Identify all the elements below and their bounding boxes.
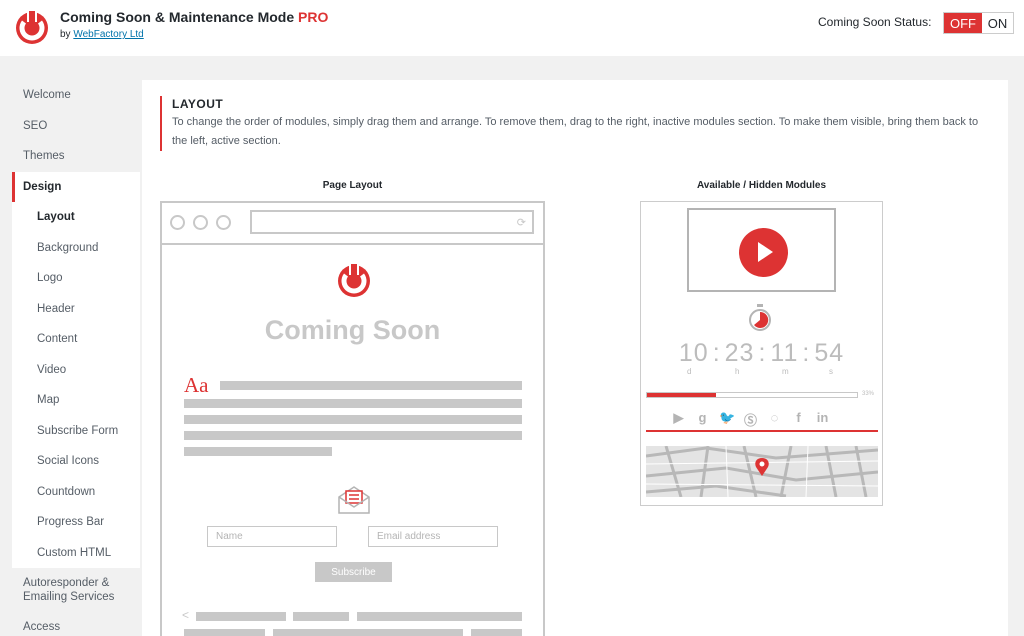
toggle-off[interactable]: OFF	[944, 13, 982, 33]
sidebar-item-design[interactable]: Design	[12, 171, 140, 202]
sidebar-subitem-countdown[interactable]: Countdown	[12, 477, 140, 508]
byline: by WebFactory Ltd	[60, 29, 144, 40]
sidebar-subitem-video[interactable]: Video	[12, 355, 140, 386]
countdown-label-s: s	[829, 367, 833, 376]
name-field[interactable]: Name	[207, 526, 337, 547]
countdown-label-d: d	[687, 367, 692, 376]
window-dot	[193, 215, 208, 230]
module-divider	[646, 430, 878, 432]
content-text-line	[220, 381, 522, 390]
sidebar-subitem-map[interactable]: Map	[12, 385, 140, 416]
design-submenu: Layout Background Logo Header Content Vi…	[12, 202, 140, 568]
countdown-module[interactable]: 10 : 23 : 11 : 54	[641, 339, 882, 368]
social-text-line	[357, 612, 522, 621]
content-text-line	[184, 399, 522, 408]
sidebar-item-autoresponder[interactable]: Autoresponder & Emailing Services	[12, 568, 140, 612]
sidebar-item-access[interactable]: Access	[12, 612, 140, 636]
content-text-line	[184, 431, 522, 440]
sidebar-subitem-progress-bar[interactable]: Progress Bar	[12, 507, 140, 538]
sidebar-subitem-header[interactable]: Header	[12, 294, 140, 325]
window-dot	[170, 215, 185, 230]
countdown-label-h: h	[735, 367, 740, 376]
coming-soon-status-label: Coming Soon Status:	[818, 15, 932, 29]
video-module[interactable]	[687, 208, 836, 292]
social-text-line	[196, 612, 286, 621]
social-text-line	[293, 612, 349, 621]
section-title: LAYOUT	[172, 97, 224, 111]
play-icon	[739, 228, 788, 277]
whatsapp-icon: ◌	[770, 410, 779, 425]
section-description: To change the order of modules, simply d…	[172, 116, 979, 147]
header-module[interactable]: Coming Soon	[162, 315, 543, 346]
reload-icon: ⟳	[516, 217, 526, 229]
progress-bar-module[interactable]	[646, 392, 858, 398]
available-modules-area[interactable]: 10 : 23 : 11 : 54 d h m s 33% ▶ g 🐦 Ⓢ ◌ …	[640, 201, 883, 506]
linkedin-icon: in	[816, 410, 829, 425]
youtube-icon: ▶	[673, 410, 684, 425]
social-text-line	[184, 629, 265, 636]
top-header: Coming Soon & Maintenance Mode PRO by We…	[0, 0, 1024, 56]
subscribe-envelope-icon	[338, 486, 370, 514]
facebook-icon: f	[796, 410, 801, 425]
countdown-label-m: m	[782, 367, 789, 376]
content-text-line	[184, 447, 332, 456]
sidebar-subitem-background[interactable]: Background	[12, 233, 140, 264]
sidebar-subitem-social-icons[interactable]: Social Icons	[12, 446, 140, 477]
logo-module[interactable]	[334, 259, 374, 299]
app-title-text: Coming Soon & Maintenance Mode	[60, 9, 295, 25]
pro-badge: PRO	[298, 9, 329, 25]
sidebar-subitem-content[interactable]: Content	[12, 324, 140, 355]
toggle-on[interactable]: ON	[982, 13, 1013, 33]
social-text-line	[471, 629, 522, 636]
app-title: Coming Soon & Maintenance Mode PRO	[60, 9, 328, 25]
countdown-seconds: 54	[814, 339, 845, 367]
power-logo-icon	[16, 8, 48, 44]
progress-fill	[647, 393, 717, 397]
url-bar: ⟳	[250, 210, 534, 234]
map-module[interactable]	[646, 446, 878, 497]
content-module-aa[interactable]: Aa	[184, 373, 209, 398]
social-icons-module[interactable]: ▶ g 🐦 Ⓢ ◌ f in	[671, 410, 830, 429]
window-dot	[216, 215, 231, 230]
sidebar-item-welcome[interactable]: Welcome	[12, 80, 140, 111]
progress-percent: 33%	[862, 391, 875, 397]
email-field[interactable]: Email address	[368, 526, 498, 547]
chevron-left-icon: <	[182, 608, 190, 622]
page-layout-title: Page Layout	[322, 180, 383, 191]
sidebar-subitem-subscribe-form[interactable]: Subscribe Form	[12, 416, 140, 447]
social-text-line	[273, 629, 463, 636]
sidebar-item-themes[interactable]: Themes	[12, 141, 140, 172]
subscribe-button[interactable]: Subscribe	[315, 562, 392, 582]
webfactory-link[interactable]: WebFactory Ltd	[73, 29, 143, 40]
google-plus-icon: g	[698, 410, 707, 425]
page-layout-canvas[interactable]: ⟳ Coming Soon Aa Name Email address Subs…	[160, 201, 545, 636]
countdown-days: 10	[678, 339, 709, 367]
twitter-icon: 🐦	[719, 410, 736, 425]
sidebar-subitem-layout[interactable]: Layout	[12, 202, 140, 233]
skype-icon: Ⓢ	[743, 413, 757, 428]
countdown-minutes: 11	[770, 339, 799, 367]
content-text-line	[184, 415, 522, 424]
stopwatch-icon	[749, 304, 771, 331]
sidebar-subitem-custom-html[interactable]: Custom HTML	[12, 538, 140, 569]
settings-sidebar: Welcome SEO Themes Design Layout Backgro…	[12, 80, 140, 636]
sidebar-item-seo[interactable]: SEO	[12, 111, 140, 142]
browser-bar: ⟳	[162, 203, 543, 245]
coming-soon-status-toggle[interactable]: OFF ON	[943, 12, 1014, 34]
section-header: LAYOUT To change the order of modules, s…	[160, 96, 996, 151]
layout-panel: LAYOUT To change the order of modules, s…	[142, 80, 1008, 636]
countdown-hours: 23	[724, 339, 755, 367]
sidebar-subitem-logo[interactable]: Logo	[12, 263, 140, 294]
byline-prefix: by	[60, 29, 71, 40]
available-modules-title: Available / Hidden Modules	[696, 180, 827, 191]
